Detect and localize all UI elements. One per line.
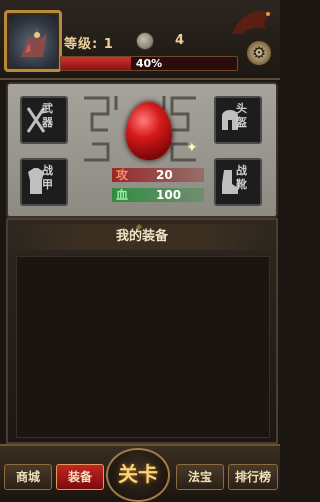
equipment-list[interactable] xyxy=(16,256,270,438)
boots-slot[interactable]: 战靴 xyxy=(214,158,262,206)
bottom-nav: 商城 装备 关卡 法宝 排行榜 xyxy=(0,444,280,502)
nav-treasure-button[interactable]: 法宝 xyxy=(176,464,224,490)
dragon-ornament-icon xyxy=(232,10,274,34)
sparkle-icon: ✦ xyxy=(186,140,198,156)
top-header: 等级: 1 4 40% ⚙ xyxy=(0,0,280,80)
dragon-warrior-icon xyxy=(21,27,47,57)
my-equipment-panel: ◆ 我的装备 xyxy=(6,218,278,444)
armor-slot-label: 战甲 xyxy=(42,164,53,191)
nav-stage-button[interactable]: 关卡 xyxy=(106,448,170,502)
nav-rank-button[interactable]: 排行榜 xyxy=(228,464,278,490)
weapon-slot[interactable]: 武器 xyxy=(20,96,68,144)
equipment-panel: 武器 头盔 战甲 战靴 ✦ 攻 20 血 100 xyxy=(6,82,278,218)
hp-stat-label: 血 xyxy=(116,188,129,202)
attack-stat-label: 攻 xyxy=(116,168,129,182)
hp-stat: 血 100 xyxy=(112,188,204,202)
armor-slot[interactable]: 战甲 xyxy=(20,158,68,206)
exp-progress-text: 40% xyxy=(135,57,163,70)
settings-gear-button[interactable]: ⚙ xyxy=(246,40,272,66)
attack-stat-value: 20 xyxy=(156,168,173,182)
exp-progress-bar: 40% xyxy=(60,56,238,71)
stage-label: 关卡 xyxy=(118,462,158,486)
hp-stat-value: 100 xyxy=(156,188,182,202)
coin-count: 4 xyxy=(175,33,185,48)
my-equipment-title: 我的装备 xyxy=(115,229,168,244)
red-dragon-egg[interactable] xyxy=(126,102,172,160)
attack-stat: 攻 20 xyxy=(112,168,204,182)
coin-icon xyxy=(136,32,154,50)
helmet-slot-label: 头盔 xyxy=(236,102,247,129)
helmet-slot[interactable]: 头盔 xyxy=(214,96,262,144)
weapon-slot-label: 武器 xyxy=(42,102,53,129)
gear-icon: ⚙ xyxy=(251,43,267,62)
nav-equipment-button[interactable]: 装备 xyxy=(56,464,104,490)
boots-slot-label: 战靴 xyxy=(236,164,247,191)
player-level: 等级: 1 xyxy=(64,37,114,52)
player-avatar[interactable] xyxy=(4,10,62,72)
nav-shop-button[interactable]: 商城 xyxy=(4,464,52,490)
